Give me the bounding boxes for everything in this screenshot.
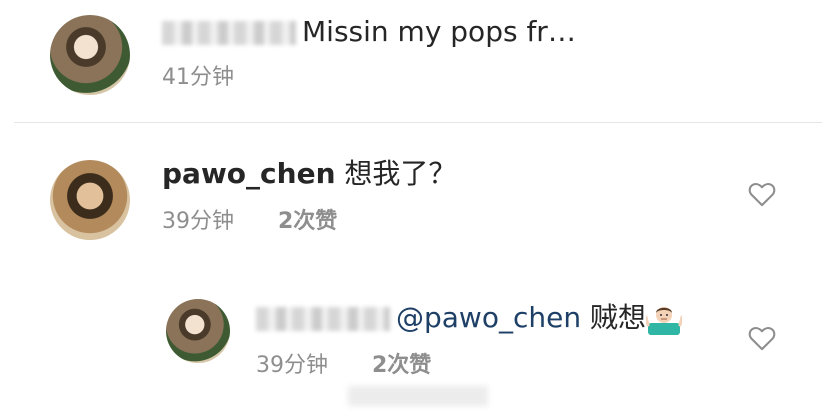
comment-meta: 41分钟 (162, 64, 234, 92)
divider (14, 122, 822, 123)
avatar[interactable] (50, 15, 130, 95)
avatar[interactable] (166, 299, 230, 363)
comment-text: 贼想 (589, 301, 646, 334)
comment-text-line: pawo_chen 想我了？ (162, 156, 456, 192)
comment-text: Missin my pops fr… (302, 15, 576, 48)
blurred-watermark (348, 386, 488, 406)
comment-meta: 39分钟 2次赞 (162, 208, 337, 236)
comment-time: 41分钟 (162, 65, 234, 90)
blurred-username (256, 307, 390, 331)
comment-meta: 39分钟 2次赞 (256, 352, 431, 380)
heart-outline-icon[interactable] (748, 181, 776, 207)
comment-username[interactable]: pawo_chen (162, 157, 336, 190)
avatar[interactable] (50, 160, 130, 240)
person-shrugging-emoji (646, 307, 682, 335)
blurred-username (162, 21, 296, 45)
comment-text: 想我了？ (344, 157, 457, 190)
comment-text-line: @pawo_chen 贼想 (256, 300, 682, 336)
comment-time: 39分钟 (162, 209, 234, 234)
comment-mention[interactable]: @pawo_chen (396, 301, 581, 334)
comment-time: 39分钟 (256, 353, 328, 378)
heart-outline-icon[interactable] (748, 325, 776, 351)
comment-likes[interactable]: 2次赞 (372, 353, 431, 378)
comment-likes[interactable]: 2次赞 (278, 209, 337, 234)
comment-text-line: Missin my pops fr… (162, 14, 576, 50)
